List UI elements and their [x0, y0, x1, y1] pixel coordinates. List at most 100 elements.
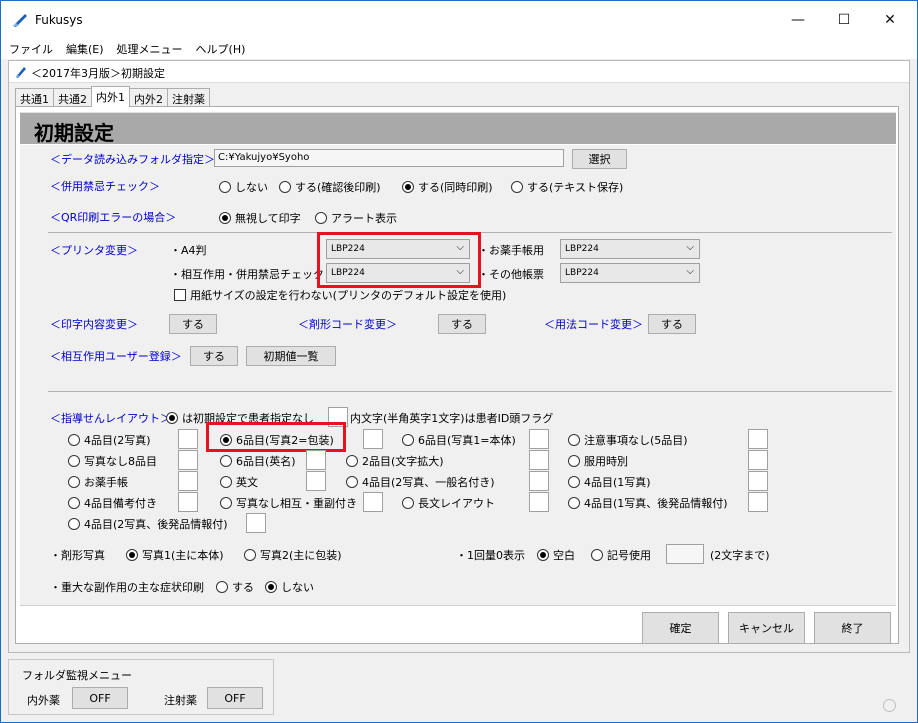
menu-edit[interactable]: 編集(E) [58, 39, 109, 59]
layout-option[interactable]: 6品目(写真1=本体) [402, 432, 516, 448]
a4-label: ・A4判 [170, 244, 207, 257]
tab-inout1[interactable]: 内外1 [91, 86, 130, 107]
injection-monitor-toggle[interactable]: OFF [207, 687, 263, 709]
page-title: 初期設定 [34, 121, 114, 145]
zero-option-symbol[interactable]: 記号使用 [591, 547, 651, 563]
confirm-button[interactable]: 確定 [642, 612, 719, 644]
exit-button[interactable]: 終了 [814, 612, 891, 644]
tab-injection[interactable]: 注射薬 [167, 88, 210, 107]
minimize-button[interactable]: — [775, 1, 821, 39]
settings-form: ＜データ読み込みフォルダ指定＞ C:¥Yakujyo¥Syoho 選択 ＜併用禁… [20, 145, 896, 605]
side-effect-option-no[interactable]: しない [265, 579, 314, 595]
side-effect-option-yes[interactable]: する [216, 579, 254, 595]
layout-flag-input[interactable] [748, 471, 768, 491]
layout-option[interactable]: 英文 [220, 474, 258, 490]
other-printer-select[interactable]: LBP224 ⌵ [560, 263, 700, 283]
contra-option-none[interactable]: しない [219, 179, 268, 195]
print-content-button[interactable]: する [169, 314, 217, 334]
usage-code-button[interactable]: する [648, 314, 696, 334]
layout-flag-input[interactable] [178, 471, 198, 491]
divider [20, 605, 896, 606]
title-bar: Fukusys — ☐ ✕ [1, 1, 917, 39]
layout-flag-input[interactable] [529, 450, 549, 470]
layout-flag-input[interactable] [748, 450, 768, 470]
photo-option-body[interactable]: 写真1(主に本体) [126, 547, 224, 563]
contra-option-confirm[interactable]: する(確認後印刷) [279, 179, 381, 195]
layout-flag-input[interactable] [306, 471, 326, 491]
symbol-input[interactable] [666, 544, 704, 564]
layout-flag-input[interactable] [748, 429, 768, 449]
interaction-user-button[interactable]: する [190, 346, 238, 366]
layout-label: ＜指導せんレイアウト＞( [50, 412, 176, 425]
drug-photo-label: ・剤形写真 [50, 549, 105, 562]
notebook-printer-select[interactable]: LBP224 ⌵ [560, 239, 700, 259]
highlight-box [317, 232, 481, 288]
layout-flag-input[interactable] [529, 429, 549, 449]
layout-flag-input[interactable] [178, 492, 198, 512]
contra-option-text[interactable]: する(テキスト保存) [511, 179, 623, 195]
layout-option[interactable]: 写真なし相互・重副付き [220, 495, 357, 511]
select-folder-button[interactable]: 選択 [572, 149, 627, 169]
interaction-printer-label: ・相互作用・併用禁忌チェック [170, 268, 324, 281]
side-effect-label: ・重大な副作用の主な症状印刷 [50, 581, 204, 594]
drug-code-label: ＜剤形コード変更＞ [298, 318, 397, 331]
layout-flag-input[interactable] [529, 492, 549, 512]
chevron-down-icon: ⌵ [686, 242, 694, 253]
tab-common1[interactable]: 共通1 [15, 88, 54, 107]
menu-process[interactable]: 処理メニュー [109, 39, 188, 59]
qr-error-label: ＜QR印刷エラーの場合＞ [50, 211, 177, 224]
paper-size-checkbox[interactable]: 用紙サイズの設定を行わない(プリンタのデフォルト設定を使用) [174, 287, 506, 303]
drug-code-button[interactable]: する [438, 314, 486, 334]
layout-option[interactable]: 4品目(1写真) [568, 474, 651, 490]
symbol-hint: (2文字まで) [710, 549, 770, 562]
chevron-down-icon: ⌵ [686, 266, 694, 277]
contra-check-label: ＜併用禁忌チェック＞ [50, 180, 160, 193]
layout-flag-input[interactable] [306, 450, 326, 470]
maximize-button[interactable]: ☐ [821, 1, 867, 39]
other-printer-label: ・その他帳票 [478, 268, 544, 281]
settings-window-title: ＜2017年3月版＞初期設定 [31, 67, 165, 80]
qr-option-alert[interactable]: アラート表示 [315, 210, 397, 226]
layout-option[interactable]: 長文レイアウト [402, 495, 495, 511]
photo-option-package[interactable]: 写真2(主に包装) [244, 547, 342, 563]
menu-help[interactable]: ヘルプ(H) [188, 39, 251, 59]
data-folder-input[interactable]: C:¥Yakujyo¥Syoho [214, 149, 564, 167]
layout-flag-input[interactable] [246, 513, 266, 533]
initial-values-button[interactable]: 初期値一覧 [246, 346, 336, 366]
settings-window-title-bar: ＜2017年3月版＞初期設定 [9, 61, 909, 83]
layout-option[interactable]: 服用時別 [568, 453, 628, 469]
tab-common2[interactable]: 共通2 [53, 88, 92, 107]
close-button[interactable]: ✕ [867, 1, 913, 39]
layout-flag-input[interactable] [178, 450, 198, 470]
printer-label: ＜プリンタ変更＞ [50, 244, 138, 257]
internal-monitor-label: 内外薬 [27, 694, 60, 707]
layout-flag-input[interactable] [529, 471, 549, 491]
cancel-button[interactable]: キャンセル [728, 612, 805, 644]
flag-char-description: 内文字(半角英字1文字)は患者ID頭フラグ [350, 412, 554, 425]
layout-flag-input[interactable] [748, 492, 768, 512]
layout-option[interactable]: 注意事項なし(5品目) [568, 432, 688, 448]
layout-option[interactable]: 4品目(2写真、後発品情報付) [68, 516, 228, 532]
layout-flag-input[interactable] [178, 429, 198, 449]
layout-option[interactable]: 2品目(文字拡大) [346, 453, 444, 469]
menu-file[interactable]: ファイル [1, 39, 58, 59]
zero-option-blank[interactable]: 空白 [537, 547, 575, 563]
layout-option[interactable]: 4品目備考付き [68, 495, 157, 511]
layout-option[interactable]: お薬手帳 [68, 474, 128, 490]
layout-option[interactable]: 4品目(1写真、後発品情報付) [568, 495, 728, 511]
layout-flag-input[interactable] [363, 492, 383, 512]
tab-strip: 共通1 共通2 内外1 内外2 注射薬 [15, 86, 210, 107]
zero-dose-label: ・1回量0表示 [456, 549, 525, 562]
app-window: Fukusys — ☐ ✕ ファイル 編集(E) 処理メニュー ヘルプ(H) ＜… [0, 0, 918, 723]
tab-inout2[interactable]: 内外2 [129, 88, 168, 107]
layout-option[interactable]: 6品目(英名) [220, 453, 296, 469]
header-bar: 初期設定 [20, 112, 896, 145]
divider [48, 391, 892, 392]
qr-option-ignore[interactable]: 無視して印字 [219, 210, 301, 226]
layout-option[interactable]: 4品目(2写真、一般名付き) [346, 474, 495, 490]
layout-option[interactable]: 4品目(2写真) [68, 432, 151, 448]
layout-flag-input[interactable] [363, 429, 383, 449]
contra-option-simultaneous[interactable]: する(同時印刷) [402, 179, 493, 195]
internal-monitor-toggle[interactable]: OFF [72, 687, 128, 709]
layout-option[interactable]: 写真なし8品目 [68, 453, 157, 469]
